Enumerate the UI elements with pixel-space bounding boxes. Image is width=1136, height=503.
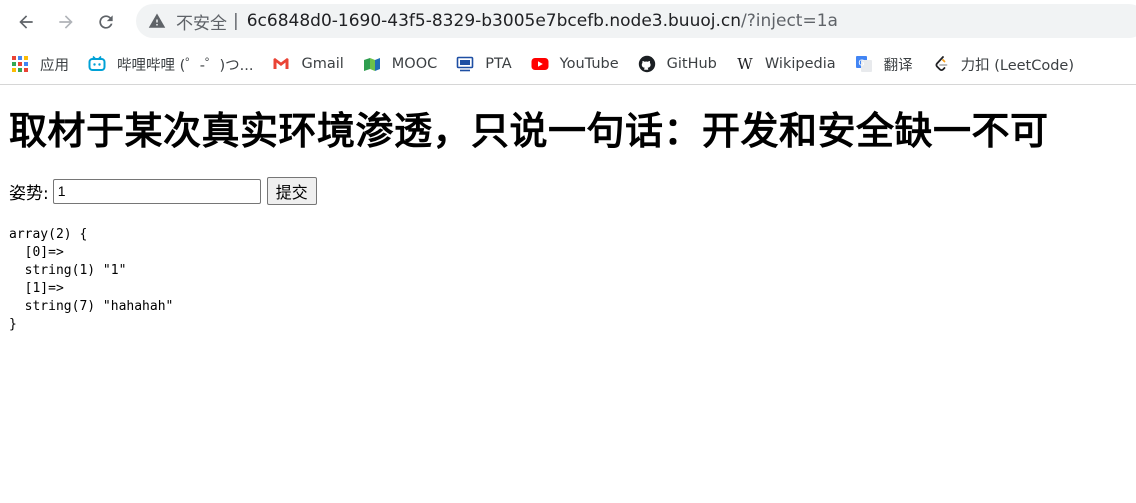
arrow-left-icon bbox=[19, 15, 33, 29]
gmail-icon bbox=[271, 54, 291, 74]
svg-text:G: G bbox=[858, 59, 864, 68]
bookmark-label: MOOC bbox=[391, 56, 438, 72]
bookmark-mooc[interactable]: MOOC bbox=[352, 50, 445, 78]
page-title: 取材于某次真实环境渗透，只说一句话：开发和安全缺一不可 bbox=[9, 109, 1049, 153]
apps-grid-icon bbox=[10, 54, 30, 74]
url-host: 6c6848d0-1690-43f5-8329-b3005e7bcefb.nod… bbox=[246, 11, 742, 31]
forward-button[interactable] bbox=[52, 8, 80, 36]
github-icon bbox=[637, 54, 657, 74]
warning-icon bbox=[146, 10, 168, 32]
bookmark-label: YouTube bbox=[559, 56, 619, 72]
arrow-right-icon bbox=[59, 15, 73, 29]
submit-button[interactable]: 提交 bbox=[266, 177, 317, 205]
bookmark-label: 应用 bbox=[40, 57, 69, 74]
pta-icon bbox=[455, 54, 475, 74]
bookmark-github[interactable]: GitHub bbox=[627, 50, 725, 78]
bookmark-gmail[interactable]: Gmail bbox=[261, 50, 351, 78]
youtube-icon bbox=[530, 54, 550, 74]
bilibili-icon bbox=[87, 54, 107, 74]
mooc-icon bbox=[362, 54, 382, 74]
bookmark-label: GitHub bbox=[666, 56, 717, 72]
leetcode-icon bbox=[931, 54, 951, 74]
back-button[interactable] bbox=[12, 8, 40, 36]
bookmark-wikipedia[interactable]: W Wikipedia bbox=[725, 50, 844, 78]
bookmark-translate[interactable]: G 翻译 bbox=[844, 50, 921, 78]
insecure-label[interactable]: 不安全 bbox=[176, 9, 227, 34]
bookmark-label: 翻译 bbox=[883, 57, 913, 74]
bookmark-pta[interactable]: PTA bbox=[445, 50, 519, 78]
bookmark-label: 力扣 (LeetCode) bbox=[960, 57, 1075, 74]
svg-text:W: W bbox=[737, 55, 753, 73]
translate-icon: G bbox=[854, 54, 874, 74]
inject-form: 姿势: 提交 bbox=[9, 177, 317, 205]
reload-icon bbox=[99, 15, 113, 29]
bookmark-leetcode[interactable]: 力扣 (LeetCode) bbox=[921, 50, 1082, 78]
page-content: 取材于某次真实环境渗透，只说一句话：开发和安全缺一不可 姿势: 提交 array… bbox=[0, 85, 1136, 503]
bookmark-bilibili[interactable]: 哔哩哔哩 (゜-゜)つ... bbox=[77, 50, 261, 78]
url-path: /?inject=1a bbox=[741, 11, 838, 31]
url-separator: | bbox=[233, 11, 239, 31]
bookmark-apps[interactable]: 应用 bbox=[0, 50, 77, 78]
inject-input[interactable] bbox=[52, 178, 261, 204]
form-label: 姿势: bbox=[9, 183, 49, 204]
bookmark-label: Wikipedia bbox=[764, 56, 836, 72]
wikipedia-icon: W bbox=[735, 54, 755, 74]
bookmarks-bar: 应用 哔哩哔哩 (゜-゜)つ... Gmail MOOC PTA YouTube bbox=[0, 44, 1136, 85]
bookmark-label: Gmail bbox=[301, 56, 344, 72]
browser-toolbar: 不安全 | 6c6848d0-1690-43f5-8329-b3005e7bce… bbox=[0, 0, 1136, 44]
address-bar[interactable]: 不安全 | 6c6848d0-1690-43f5-8329-b3005e7bce… bbox=[136, 4, 1136, 38]
bookmark-label: PTA bbox=[485, 56, 512, 72]
reload-button[interactable] bbox=[92, 8, 120, 36]
bookmark-youtube[interactable]: YouTube bbox=[520, 50, 627, 78]
bookmark-label: 哔哩哔哩 (゜-゜)つ... bbox=[117, 57, 254, 74]
var-dump-output: array(2) { [0]=> string(1) "1" [1]=> str… bbox=[9, 227, 174, 332]
